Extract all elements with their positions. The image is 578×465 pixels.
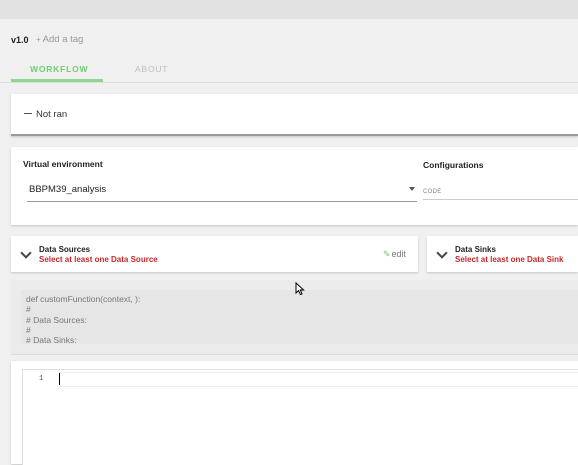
status-text: Not ran [36, 109, 68, 120]
tab-bar: WORKFLOW ABOUT [0, 56, 578, 83]
edit-label: edit [391, 249, 406, 259]
data-sinks-warning: Select at least one Data Sink [455, 255, 564, 264]
edit-data-sources-button[interactable]: ✎edit [383, 249, 406, 260]
code-preview: def customFunction(context, ): # # Data … [21, 290, 578, 344]
configurations-label: Configurations [423, 160, 484, 170]
data-sources-warning: Select at least one Data Source [39, 255, 158, 264]
chevron-down-icon[interactable] [436, 247, 448, 259]
code-editor-card: 1 [11, 361, 578, 465]
code-line: # Data Sinks: [26, 335, 77, 344]
pencil-icon: ✎ [382, 249, 391, 259]
code-placeholder: CODE [423, 189, 442, 195]
active-line-highlight [59, 372, 578, 387]
data-sinks-title: Data Sinks [455, 245, 496, 254]
code-line: # [26, 304, 31, 315]
add-tag-label: Add a tag [42, 34, 84, 45]
tab-workflow[interactable]: WORKFLOW [30, 64, 88, 74]
virtual-environment-select[interactable]: BBPM39_analysis [27, 179, 417, 202]
chevron-down-icon[interactable] [20, 247, 32, 259]
active-tab-indicator [11, 79, 103, 82]
version-label: v1.0 [11, 35, 29, 45]
plus-icon: + [36, 35, 41, 44]
line-number: 1 [39, 375, 44, 383]
code-line: # Data Sources: [26, 314, 87, 325]
code-editor[interactable]: 1 [22, 369, 578, 465]
dash-icon [24, 113, 32, 114]
code-line: # [26, 324, 31, 335]
add-tag-button[interactable]: + Add a tag [36, 34, 83, 45]
caret-down-icon [409, 187, 415, 191]
data-sinks-card: Data Sinks Select at least one Data Sink [427, 236, 578, 272]
virtual-environment-value: BBPM39_analysis [29, 184, 107, 195]
top-bar [0, 0, 578, 19]
virtual-environment-label: Virtual environment [23, 159, 103, 169]
text-cursor [59, 373, 60, 385]
data-sources-card: Data Sources Select at least one Data So… [11, 236, 418, 272]
environment-card: Virtual environment BBPM39_analysis Conf… [11, 147, 578, 225]
data-sources-title: Data Sources [39, 245, 91, 254]
status-card: Not ran [11, 94, 578, 136]
tab-about[interactable]: ABOUT [135, 64, 168, 74]
code-input[interactable]: CODE [423, 185, 578, 200]
mouse-pointer-icon [295, 282, 305, 296]
